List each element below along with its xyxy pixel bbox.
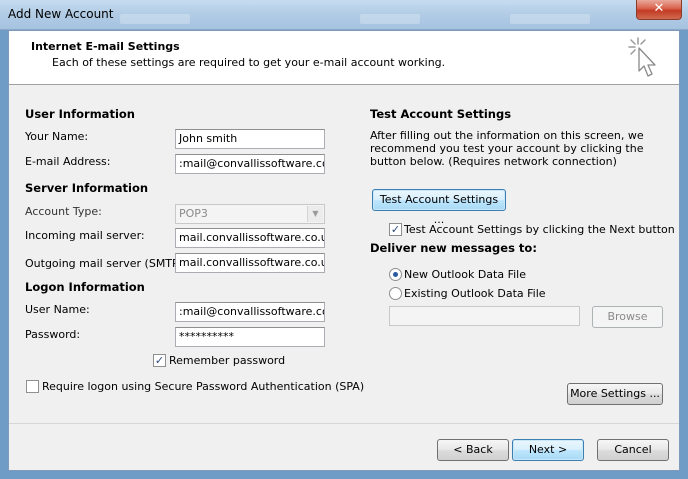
- existing-data-file-radio[interactable]: [389, 287, 402, 300]
- test-by-next-checkbox[interactable]: ✓: [389, 223, 402, 236]
- your-name-field[interactable]: John smith: [175, 129, 325, 149]
- test-account-settings-button[interactable]: Test Account Settings ...: [372, 189, 506, 226]
- remember-password-label[interactable]: Remember password: [169, 354, 285, 367]
- new-data-file-radio[interactable]: [389, 268, 402, 281]
- outgoing-server-label: Outgoing mail server (SMTP):: [25, 257, 187, 270]
- server-information-heading: Server Information: [25, 181, 149, 195]
- spa-label[interactable]: Require logon using Secure Password Auth…: [42, 380, 364, 393]
- user-information-heading: User Information: [25, 107, 135, 121]
- dialog-frame: Internet E-mail Settings Each of these s…: [8, 30, 680, 471]
- chevron-down-icon: ▼: [307, 206, 323, 222]
- your-name-label: Your Name:: [25, 130, 89, 143]
- user-name-field[interactable]: :mail@convallissoftware.co.uk: [175, 302, 325, 322]
- email-address-label: E-mail Address:: [25, 155, 111, 168]
- header-subtitle: Each of these settings are required to g…: [52, 56, 446, 69]
- footer-divider: [9, 423, 679, 424]
- background-blur: [510, 14, 590, 24]
- background-blur: [120, 14, 190, 24]
- password-label: Password:: [25, 328, 81, 341]
- title-bar[interactable]: Add New Account ✕: [0, 0, 688, 30]
- test-account-description: After filling out the information on thi…: [370, 129, 644, 168]
- remember-password-checkbox[interactable]: ✓: [153, 354, 166, 367]
- logon-information-heading: Logon Information: [25, 280, 145, 294]
- cursor-click-icon: [628, 37, 656, 77]
- close-button[interactable]: ✕: [636, 0, 682, 20]
- spa-checkbox[interactable]: [26, 380, 39, 393]
- account-type-label: Account Type:: [25, 205, 102, 218]
- browse-button[interactable]: Browse: [592, 306, 663, 328]
- more-settings-button[interactable]: More Settings ...: [567, 383, 663, 405]
- next-button[interactable]: Next >: [512, 439, 584, 461]
- user-name-label: User Name:: [25, 303, 90, 316]
- back-button[interactable]: < Back: [437, 439, 509, 461]
- incoming-server-field[interactable]: mail.convallissoftware.co.uk: [175, 228, 325, 248]
- existing-data-file-label[interactable]: Existing Outlook Data File: [404, 287, 546, 300]
- background-blur: [360, 14, 420, 24]
- account-type-select[interactable]: POP3 ▼: [175, 204, 325, 224]
- window-title: Add New Account: [8, 7, 114, 21]
- cancel-button[interactable]: Cancel: [597, 439, 669, 461]
- account-type-value: POP3: [179, 207, 208, 220]
- test-by-next-label[interactable]: Test Account Settings by clicking the Ne…: [404, 223, 675, 236]
- existing-data-file-path-field[interactable]: [389, 306, 580, 326]
- password-field[interactable]: **********: [175, 327, 325, 347]
- deliver-messages-heading: Deliver new messages to:: [370, 241, 537, 255]
- test-account-heading: Test Account Settings: [370, 107, 512, 121]
- radio-selected-dot: [393, 272, 398, 277]
- header-title: Internet E-mail Settings: [31, 40, 180, 53]
- dialog-content: User Information Your Name: John smith E…: [9, 86, 679, 416]
- outgoing-server-field[interactable]: mail.convallissoftware.co.uk: [175, 253, 325, 273]
- checkmark-icon: ✓: [154, 354, 165, 367]
- close-icon: ✕: [653, 1, 665, 16]
- incoming-server-label: Incoming mail server:: [25, 229, 145, 242]
- email-address-field[interactable]: :mail@convallissoftware.co.uk: [175, 154, 325, 174]
- checkmark-icon: ✓: [390, 223, 401, 236]
- new-data-file-label[interactable]: New Outlook Data File: [404, 268, 526, 281]
- dialog-header: Internet E-mail Settings Each of these s…: [9, 31, 679, 85]
